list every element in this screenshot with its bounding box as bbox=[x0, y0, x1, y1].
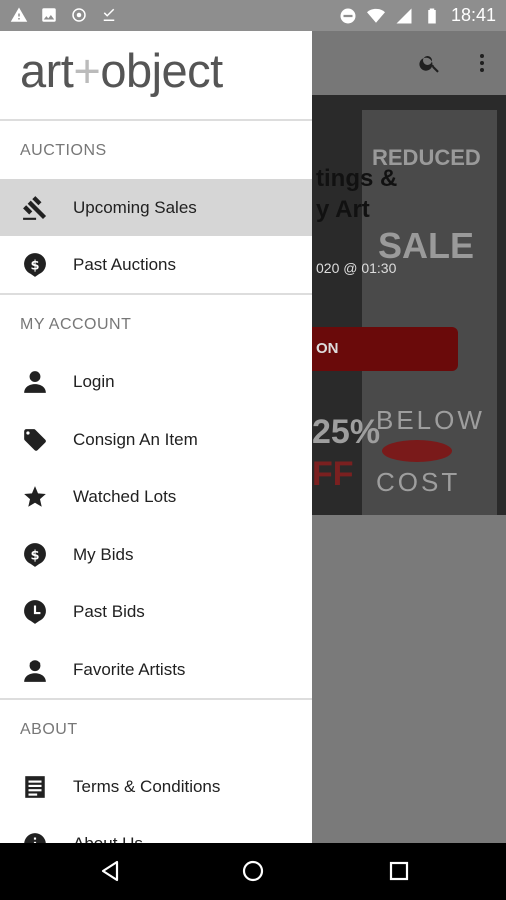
home-circle-icon bbox=[242, 860, 264, 882]
logo-text-art: art bbox=[20, 44, 74, 97]
app-bar bbox=[312, 31, 506, 95]
signal-icon bbox=[396, 8, 412, 23]
record-icon bbox=[72, 8, 86, 22]
divider bbox=[0, 293, 312, 295]
section-heading-about: ABOUT bbox=[20, 721, 78, 738]
drawer-item-label: Terms & Conditions bbox=[73, 776, 221, 796]
svg-text:$: $ bbox=[30, 548, 39, 563]
dollar-circle-icon: $ bbox=[21, 251, 49, 279]
drawer-item-label: My Bids bbox=[73, 544, 134, 564]
sale-title: tings & y Art bbox=[316, 163, 397, 225]
drawer-item-past-bids[interactable]: Past Bids bbox=[0, 583, 312, 640]
sale-action-button[interactable]: ON bbox=[312, 327, 458, 371]
section-heading-my-account: MY ACCOUNT bbox=[20, 316, 132, 333]
logo-text-object: object bbox=[100, 44, 223, 97]
recents-button[interactable] bbox=[386, 858, 412, 884]
drawer-item-past-auctions[interactable]: $ Past Auctions bbox=[0, 236, 312, 293]
drawer-item-terms[interactable]: Terms & Conditions bbox=[0, 758, 312, 815]
drawer-item-label: Consign An Item bbox=[73, 429, 198, 449]
search-icon[interactable] bbox=[418, 51, 442, 75]
navigation-drawer: art+object AUCTIONS Upcoming Sales $ Pas… bbox=[0, 31, 312, 843]
drawer-item-label: Favorite Artists bbox=[73, 659, 186, 679]
divider bbox=[0, 698, 312, 700]
clock-pin-icon bbox=[21, 598, 49, 626]
art-object-logo: art+object bbox=[20, 43, 223, 98]
tag-icon bbox=[21, 426, 49, 454]
gavel-icon bbox=[21, 194, 49, 222]
drawer-item-label: Upcoming Sales bbox=[73, 197, 197, 217]
drawer-item-upcoming-sales[interactable]: Upcoming Sales bbox=[0, 179, 312, 236]
info-icon bbox=[21, 830, 49, 843]
status-notifications bbox=[10, 6, 118, 24]
drawer-item-label: Login bbox=[73, 371, 115, 391]
status-time: 18:41 bbox=[450, 5, 496, 25]
drawer-item-login[interactable]: Login bbox=[0, 353, 312, 410]
do-not-disturb-icon bbox=[340, 8, 356, 23]
poster-below: BELOW bbox=[376, 405, 485, 435]
star-icon bbox=[21, 483, 49, 511]
poster-off: FF bbox=[312, 455, 354, 493]
recents-square-icon bbox=[389, 861, 409, 881]
drawer-item-label: Past Auctions bbox=[73, 254, 177, 274]
sale-date: 020 @ 01:30 bbox=[316, 260, 397, 276]
artist-icon bbox=[21, 656, 49, 684]
poster-percent: 25% bbox=[312, 413, 381, 451]
person-icon bbox=[21, 368, 49, 396]
status-bar: 18:41 bbox=[0, 0, 506, 31]
svg-text:$: $ bbox=[30, 258, 39, 273]
back-triangle-icon bbox=[101, 860, 119, 882]
warning-icon bbox=[10, 7, 28, 22]
back-button[interactable] bbox=[97, 858, 123, 884]
drawer-item-label: Past Bids bbox=[73, 601, 145, 621]
poster-cost: COST bbox=[376, 467, 461, 497]
drawer-item-watched-lots[interactable]: Watched Lots bbox=[0, 468, 312, 525]
more-vert-icon[interactable] bbox=[470, 51, 494, 75]
logo-plus: + bbox=[73, 44, 101, 97]
poster-submarine bbox=[382, 440, 452, 462]
battery-icon bbox=[428, 8, 436, 23]
drawer-item-label: Watched Lots bbox=[73, 486, 177, 506]
home-button[interactable] bbox=[240, 858, 266, 884]
wifi-icon bbox=[366, 8, 385, 23]
drawer-item-favorite-artists[interactable]: Favorite Artists bbox=[0, 641, 312, 698]
drawer-item-about-us[interactable]: About Us bbox=[0, 815, 312, 843]
document-icon bbox=[21, 773, 49, 801]
sale-title-line2: y Art bbox=[316, 196, 370, 224]
divider bbox=[0, 119, 312, 121]
status-system: 18:41 bbox=[339, 5, 496, 26]
drawer-item-my-bids[interactable]: $ My Bids bbox=[0, 526, 312, 583]
system-nav-bar bbox=[0, 843, 506, 900]
download-done-icon bbox=[103, 8, 115, 21]
sale-title-line1: tings & bbox=[316, 165, 398, 192]
image-icon bbox=[42, 8, 56, 22]
dollar-pin-icon: $ bbox=[21, 541, 49, 569]
drawer-item-label: About Us bbox=[73, 833, 143, 844]
drawer-item-consign[interactable]: Consign An Item bbox=[0, 411, 312, 468]
featured-sale-banner[interactable]: REDUCED SALE tings & y Art 020 @ 01:30 O… bbox=[312, 95, 506, 515]
section-heading-auctions: AUCTIONS bbox=[20, 142, 107, 159]
